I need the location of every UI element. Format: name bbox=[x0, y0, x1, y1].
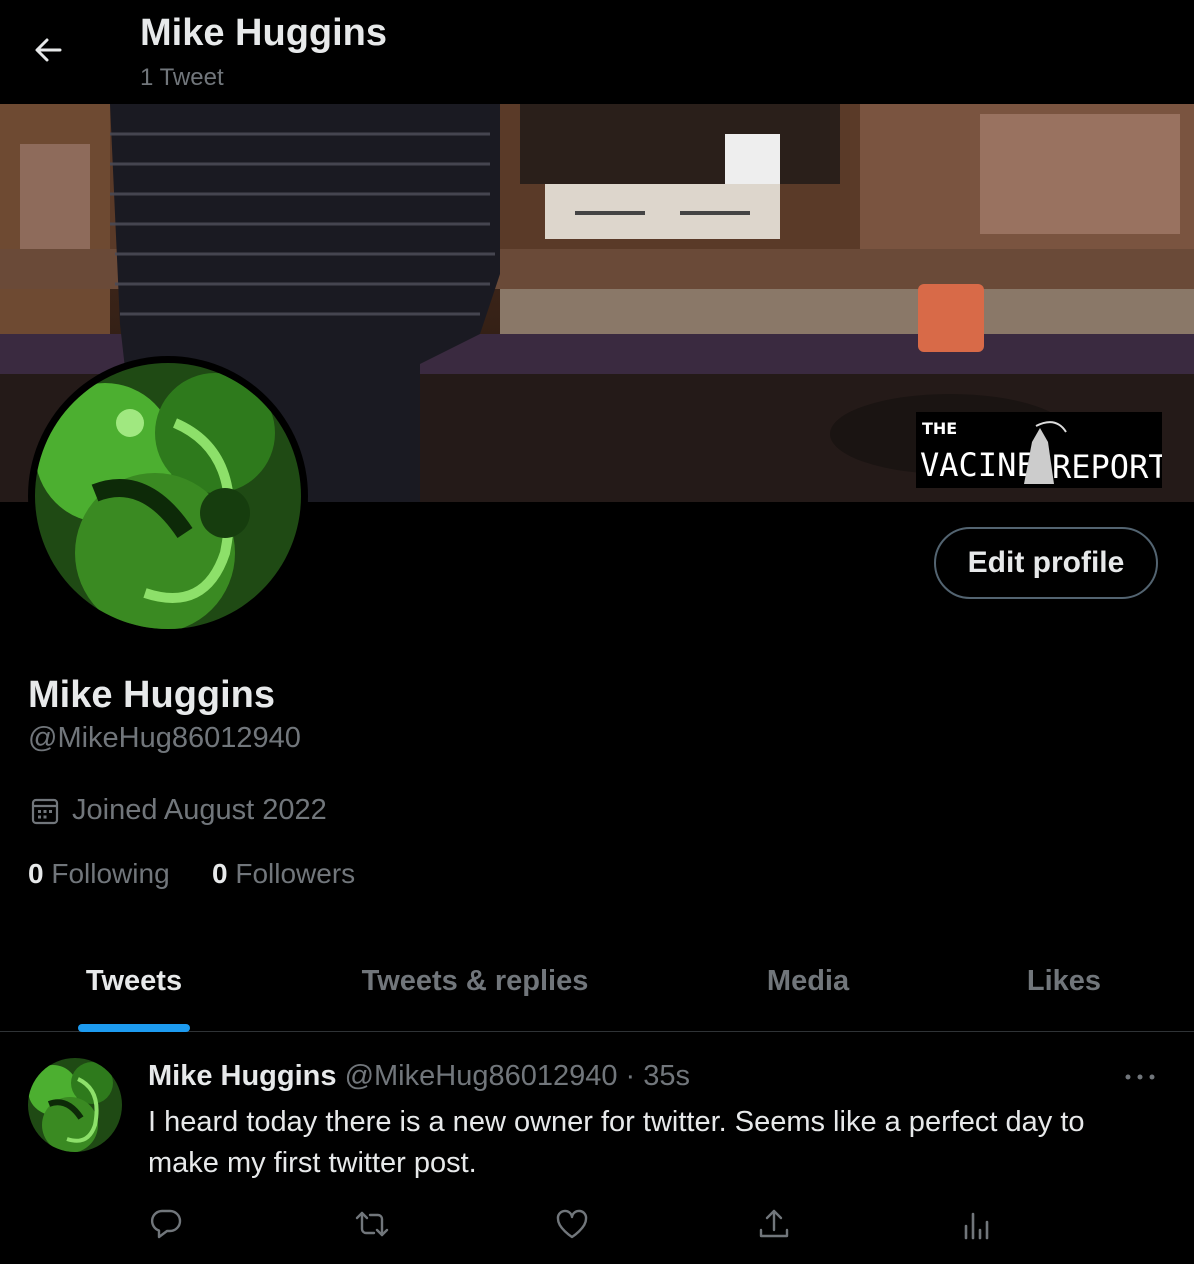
followers-link[interactable]: 0 Followers bbox=[212, 858, 355, 890]
vaccine-report-logo: THE VACINE REPORT bbox=[916, 412, 1162, 488]
share-icon[interactable] bbox=[756, 1206, 796, 1246]
following-label: Following bbox=[51, 858, 170, 889]
tweet-author-handle[interactable]: @MikeHug86012940 bbox=[345, 1060, 618, 1092]
following-count: 0 bbox=[28, 858, 44, 889]
calendar-icon bbox=[31, 798, 59, 824]
following-link[interactable]: 0 Following bbox=[28, 858, 170, 890]
tab-media[interactable]: Media bbox=[682, 930, 934, 1032]
profile-avatar[interactable] bbox=[28, 356, 308, 636]
active-tab-indicator bbox=[78, 1024, 190, 1032]
tab-tweets-replies[interactable]: Tweets & replies bbox=[268, 930, 682, 1032]
profile-tabs: Tweets Tweets & replies Media Likes bbox=[0, 930, 1194, 1032]
like-icon[interactable] bbox=[554, 1206, 594, 1246]
retweet-icon[interactable] bbox=[354, 1206, 394, 1246]
tweet-avatar-image bbox=[28, 1058, 122, 1152]
avatar-image bbox=[35, 363, 301, 629]
profile-handle: @MikeHug86012940 bbox=[28, 722, 301, 754]
tweet-text: I heard today there is a new owner for t… bbox=[148, 1106, 1085, 1179]
profile-name: Mike Huggins bbox=[28, 674, 276, 716]
header-title: Mike Huggins bbox=[140, 12, 388, 54]
back-arrow-icon[interactable] bbox=[28, 30, 68, 70]
reply-icon[interactable] bbox=[148, 1206, 188, 1246]
more-icon[interactable] bbox=[1120, 1062, 1160, 1092]
header-tweet-count: 1 Tweet bbox=[140, 64, 224, 91]
tweet-timestamp[interactable]: 35s bbox=[643, 1060, 690, 1092]
tab-likes[interactable]: Likes bbox=[934, 930, 1194, 1032]
profile-header: Mike Huggins 1 Tweet bbox=[0, 0, 1194, 104]
tweet-avatar[interactable] bbox=[28, 1058, 122, 1152]
svg-text:THE: THE bbox=[922, 419, 957, 438]
svg-text:REPORT: REPORT bbox=[1052, 448, 1162, 486]
tab-tweets[interactable]: Tweets bbox=[0, 930, 268, 1032]
svg-text:VACINE: VACINE bbox=[920, 446, 1036, 484]
followers-label: Followers bbox=[235, 858, 356, 889]
tweet-separator: · bbox=[625, 1060, 636, 1092]
edit-profile-button[interactable]: Edit profile bbox=[934, 527, 1158, 599]
followers-count: 0 bbox=[212, 858, 228, 889]
tweet-header: Mike Huggins @MikeHug86012940 · 35s bbox=[148, 1060, 690, 1093]
analytics-icon[interactable] bbox=[960, 1206, 1000, 1246]
tweet-author-name[interactable]: Mike Huggins bbox=[148, 1060, 337, 1092]
joined-label: Joined August 2022 bbox=[72, 794, 327, 826]
joined-date: Joined August 2022 bbox=[30, 794, 327, 827]
